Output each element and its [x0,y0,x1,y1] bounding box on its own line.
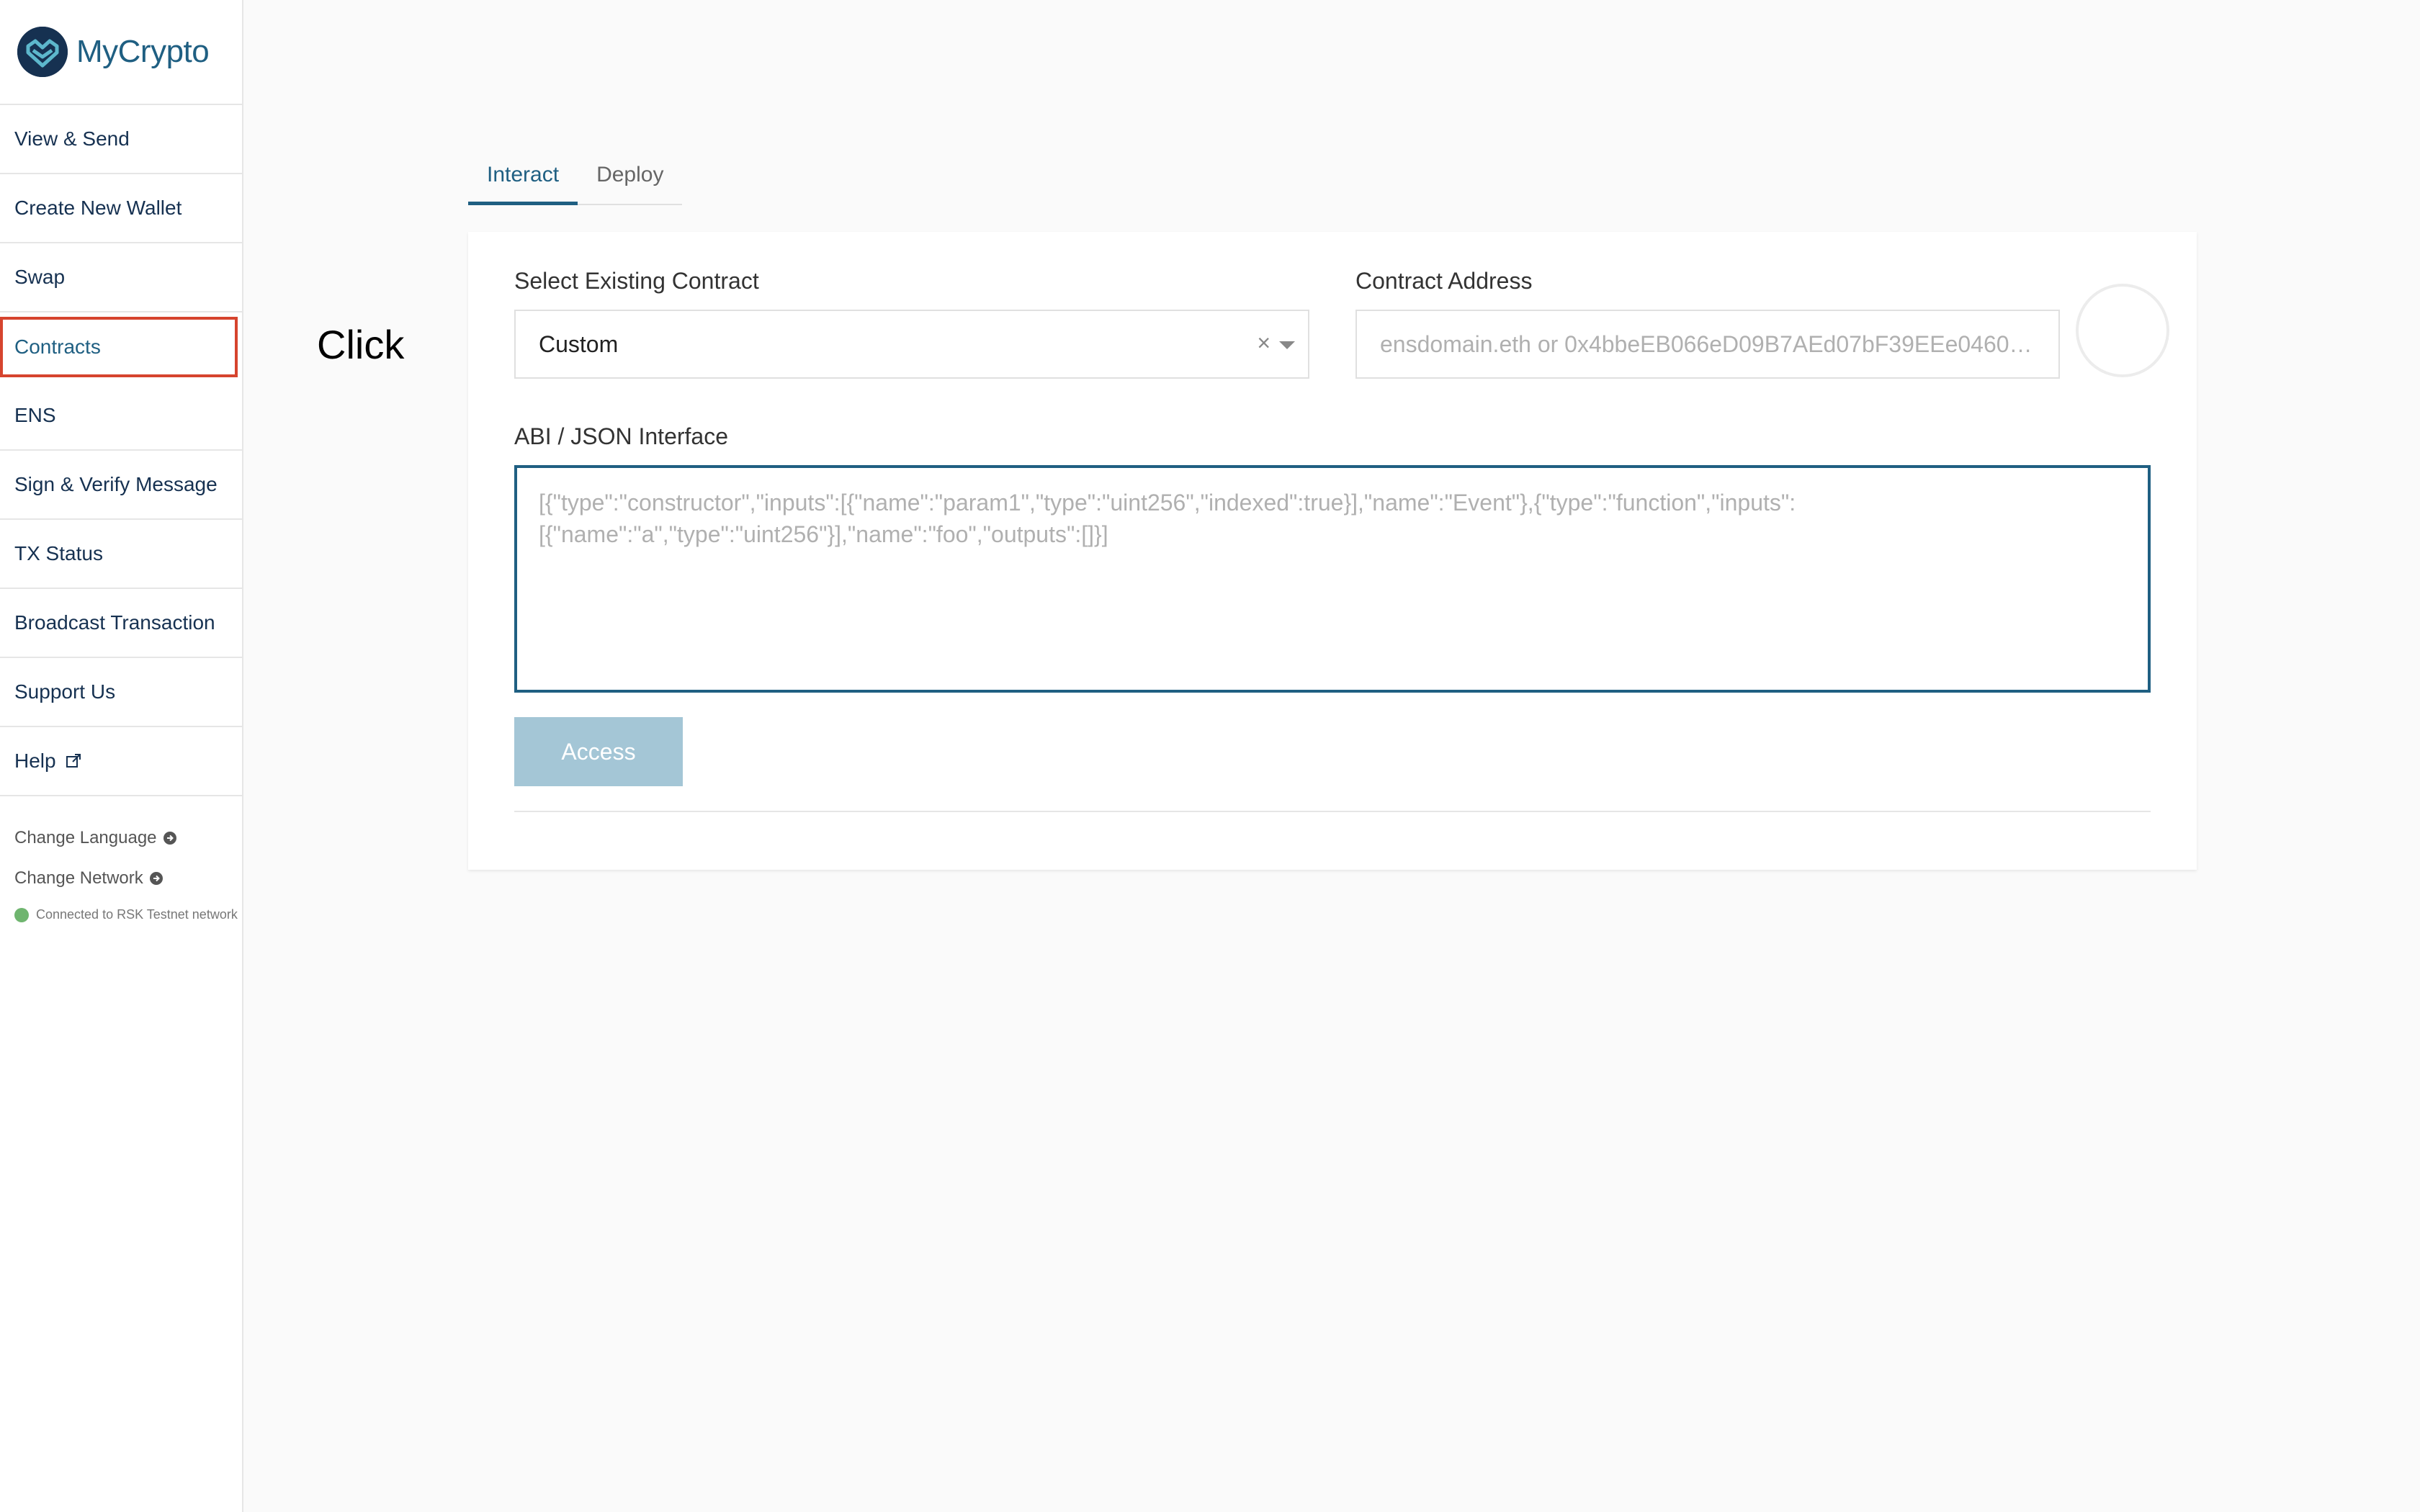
sidebar-item-view-send[interactable]: View & Send [0,105,242,174]
network-status: Connected to RSK Testnet network [14,907,242,922]
arrow-circle-right-icon [163,831,177,845]
abi-textarea[interactable] [514,465,2151,693]
chevron-down-icon[interactable] [1279,341,1295,349]
sidebar-item-contracts[interactable]: Contracts [0,317,238,377]
select-contract-value: Custom [539,330,619,357]
external-link-icon [65,752,82,770]
sidebar-item-label: Sign & Verify Message [14,473,218,495]
sidebar-item-label: TX Status [14,542,103,564]
sidebar-item-help[interactable]: Help [0,727,242,796]
select-contract-label: Select Existing Contract [514,268,759,294]
sidebar-item-label: ENS [14,404,56,426]
abi-label: ABI / JSON Interface [514,423,728,449]
sidebar-item-label: Create New Wallet [14,197,182,219]
logo[interactable]: MyCrypto [0,0,242,105]
sidebar-item-label: Broadcast Transaction [14,611,215,634]
clear-icon[interactable]: × [1257,330,1270,356]
tab-interact[interactable]: Interact [468,153,578,205]
contract-address-input[interactable] [1355,310,2060,379]
sidebar-item-label: Help [14,750,56,772]
divider [514,811,2151,812]
access-button[interactable]: Access [514,717,683,786]
status-dot-icon [14,907,29,922]
interact-panel: Select Existing Contract Custom × Contra… [468,232,2197,870]
sidebar-item-tx-status[interactable]: TX Status [0,520,242,589]
network-status-text: Connected to RSK Testnet network [36,907,238,922]
click-annotation: Click [317,322,405,367]
app-name: MyCrypto [76,34,210,69]
sidebar-item-label: Contracts [14,336,101,358]
contract-tabs: Interact Deploy [468,153,683,205]
select-contract-dropdown[interactable]: Custom × [514,310,1309,379]
sidebar-item-create-wallet[interactable]: Create New Wallet [0,174,242,243]
sidebar-item-swap[interactable]: Swap [0,243,242,312]
sidebar-secondary: Change Language Change Network Connected… [0,796,242,922]
tab-deploy[interactable]: Deploy [578,153,682,204]
sidebar: MyCrypto View & Send Create New Wallet S… [0,0,243,1512]
sidebar-item-label: View & Send [14,127,130,150]
sidebar-item-support[interactable]: Support Us [0,658,242,727]
sidebar-item-label: Support Us [14,680,116,703]
contract-address-label: Contract Address [1355,268,1533,294]
mycrypto-logo-icon [17,27,68,77]
sidebar-item-broadcast[interactable]: Broadcast Transaction [0,589,242,658]
arrow-circle-right-icon [149,871,163,886]
change-language-label: Change Language [14,828,157,847]
sidebar-item-sign-verify[interactable]: Sign & Verify Message [0,451,242,520]
change-network-label: Change Network [14,868,143,888]
sidebar-item-ens[interactable]: ENS [0,382,242,451]
sidebar-item-label: Swap [14,266,66,288]
address-identicon [2076,284,2169,377]
change-network-link[interactable]: Change Network [14,858,242,899]
change-language-link[interactable]: Change Language [14,818,242,858]
